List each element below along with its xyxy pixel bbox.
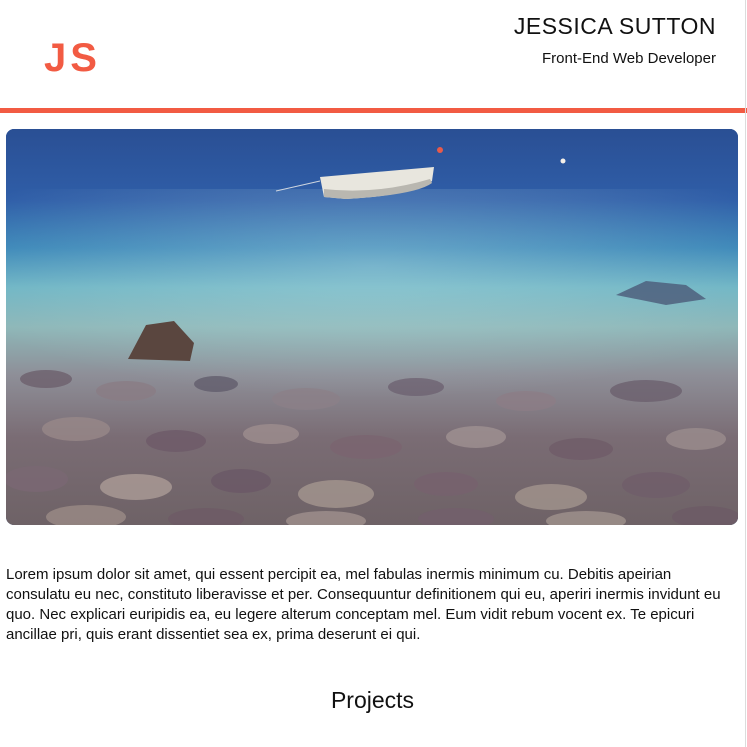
hero-image xyxy=(6,129,738,525)
site-header: JS JESSICA SUTTON Front-End Web Develope… xyxy=(0,0,747,108)
hero-illustration xyxy=(6,129,738,525)
intro-paragraph: Lorem ipsum dolor sit amet, qui essent p… xyxy=(6,566,721,643)
page-edge-divider xyxy=(745,0,746,747)
developer-role: Front-End Web Developer xyxy=(542,50,716,67)
logo[interactable]: JS xyxy=(44,34,101,82)
page: JS JESSICA SUTTON Front-End Web Develope… xyxy=(0,0,747,747)
developer-name: JESSICA SUTTON xyxy=(513,13,716,39)
projects-heading: Projects xyxy=(330,687,415,713)
name-block: JESSICA SUTTON Front-End Web Developer xyxy=(514,10,716,69)
header-accent-bar xyxy=(0,108,747,113)
